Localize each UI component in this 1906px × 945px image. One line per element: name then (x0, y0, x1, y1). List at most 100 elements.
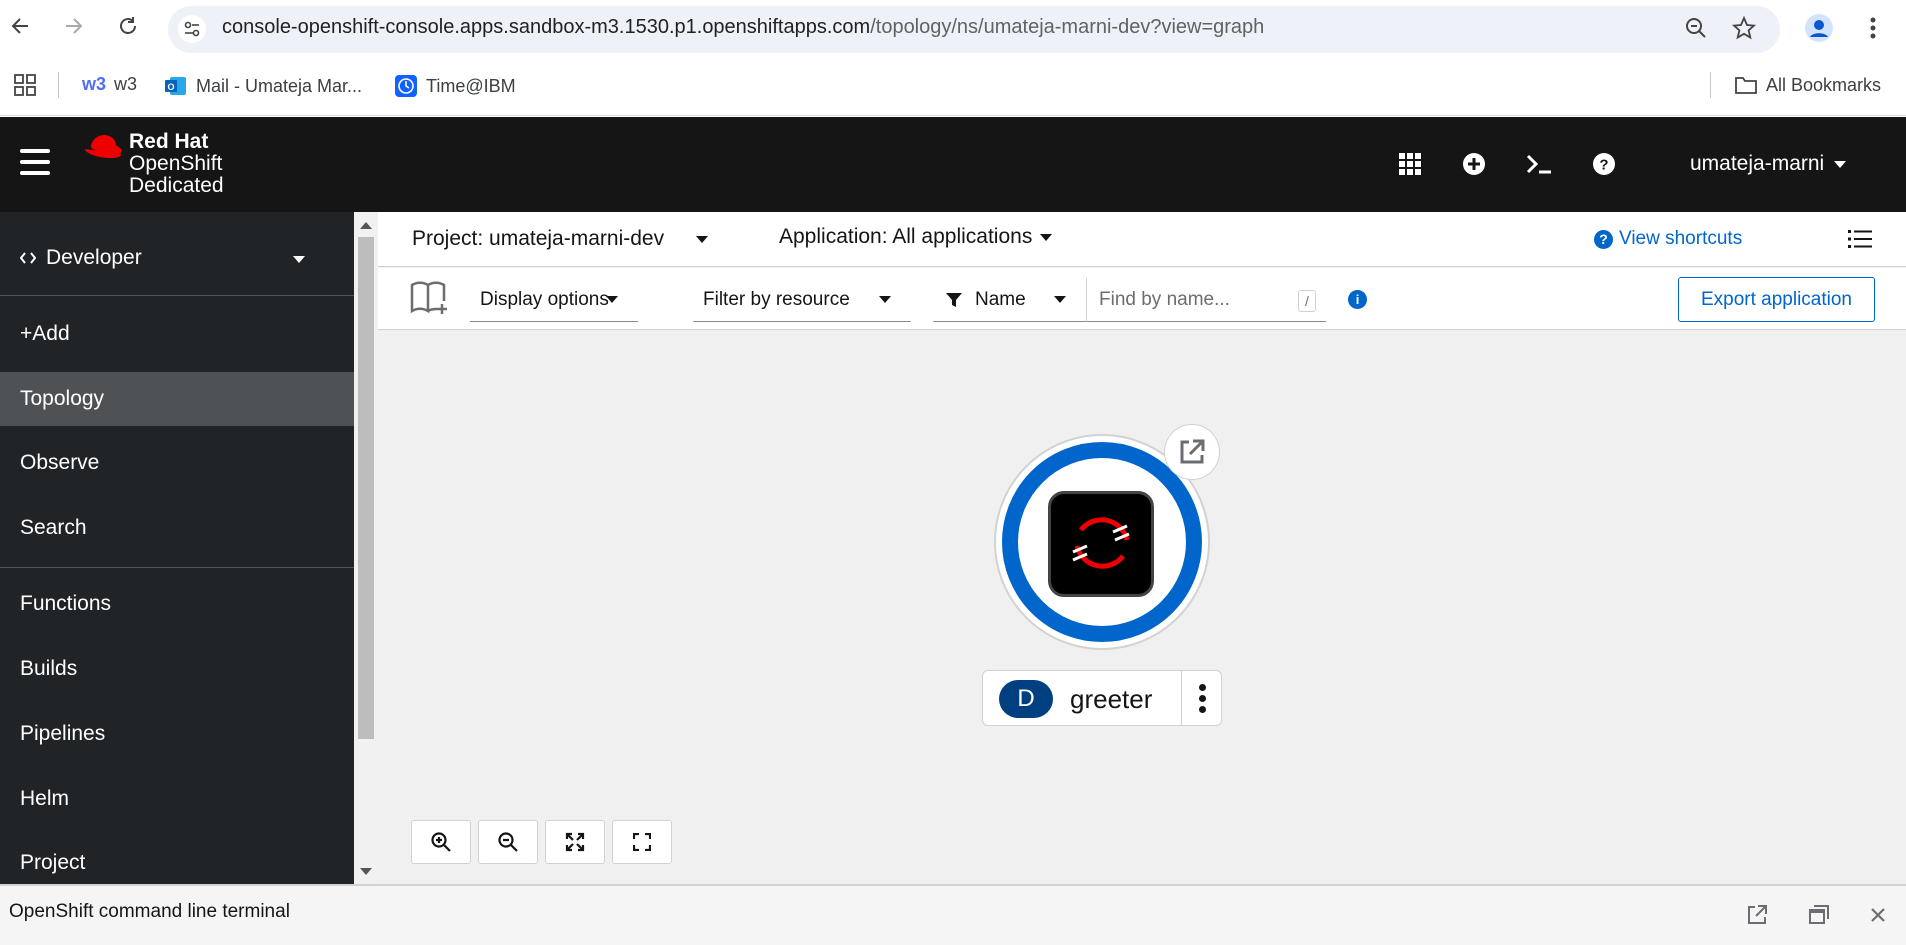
filter-by-resource-dropdown[interactable]: Filter by resource (693, 278, 911, 322)
reset-view-button[interactable] (612, 820, 672, 864)
sidebar-item-pipelines[interactable]: Pipelines (0, 707, 354, 761)
slash-shortcut-hint: / (1298, 290, 1316, 312)
user-caret-icon (1834, 160, 1847, 168)
deployment-badge: D (999, 680, 1053, 718)
reload-icon[interactable] (114, 12, 142, 40)
zoom-icon[interactable] (1681, 13, 1711, 43)
sidebar-item-helm[interactable]: Helm (0, 772, 354, 826)
all-bookmarks[interactable]: All Bookmarks (1734, 74, 1881, 96)
export-application-button[interactable]: Export application (1678, 277, 1875, 322)
display-options-dropdown[interactable]: Display options (470, 278, 638, 322)
app-launcher-icon[interactable] (1395, 149, 1425, 179)
restore-terminal-icon[interactable] (1806, 902, 1832, 928)
product-name: OpenShift (129, 152, 223, 175)
redhat-logo[interactable]: Red Hat OpenShift Dedicated (83, 131, 224, 197)
perspective-switcher[interactable]: Developer (0, 212, 354, 296)
sidebar-item-label: +Add (20, 322, 70, 345)
apps-grid-icon[interactable] (14, 74, 36, 96)
list-view-icon[interactable] (1848, 229, 1872, 254)
user-name: umateja-marni (1690, 152, 1825, 175)
open-url-icon[interactable] (1164, 424, 1220, 480)
url-path: /topology/ns/umateja-marni-dev?view=grap… (870, 16, 1265, 38)
back-icon[interactable] (6, 12, 34, 40)
expand-arrows-icon (565, 832, 585, 852)
sidebar-item-label: Search (20, 516, 87, 539)
sidebar-item-project[interactable]: Project (0, 836, 354, 884)
application-label: Application: All applications (779, 225, 1033, 248)
quick-create-plus-icon[interactable] (1459, 149, 1489, 179)
browser-toolbar: console-openshift-console.apps.sandbox-m… (0, 0, 1906, 60)
svg-text:O: O (167, 82, 174, 92)
perspective-caret-icon (293, 256, 305, 263)
forward-icon[interactable] (60, 12, 88, 40)
fit-to-screen-button[interactable] (545, 820, 605, 864)
sidebar-item-label: Topology (20, 387, 105, 410)
display-options-caret-icon (606, 296, 618, 303)
bookmark-mail[interactable]: O Mail - Umateja Mar... (164, 74, 362, 98)
terminal-icon[interactable] (1524, 149, 1554, 179)
scroll-thumb[interactable] (358, 237, 374, 739)
sidebar-item-add[interactable]: +Add (0, 307, 354, 361)
sidebar-divider (0, 567, 354, 568)
bookmark-w3[interactable]: w3 w3 (82, 74, 137, 95)
scroll-up-icon[interactable] (360, 222, 372, 229)
sidebar-item-label: Project (20, 851, 86, 874)
browser-menu-icon[interactable] (1858, 13, 1888, 43)
perspective-label: Developer (46, 246, 142, 269)
sidebar-item-label: Functions (20, 592, 112, 615)
sidebar-item-topology[interactable]: Topology (0, 372, 354, 426)
folder-icon (1735, 77, 1757, 94)
view-shortcuts-label: View shortcuts (1619, 228, 1743, 249)
node-name: greeter (1070, 684, 1153, 714)
filter-type-label: Name (975, 288, 1026, 310)
topology-main: Project: umateja-marni-dev Application: … (378, 212, 1906, 884)
bookmark-star-icon[interactable] (1729, 13, 1759, 43)
filter-type-dropdown[interactable]: Name (933, 278, 1086, 322)
terminal-drawer[interactable]: OpenShift command line terminal (0, 884, 1906, 945)
user-menu[interactable]: umateja-marni (1690, 152, 1847, 176)
product-edition: Dedicated (129, 174, 224, 197)
topology-toolbar: Display options Filter by resource Name … (378, 268, 1906, 330)
project-caret-icon (695, 235, 708, 243)
filter-type-caret-icon (1054, 296, 1066, 303)
help-icon[interactable]: ? (1589, 149, 1619, 179)
bookmark-label: Mail - Umateja Mar... (196, 75, 363, 96)
terminal-title: OpenShift command line terminal (9, 901, 290, 922)
zoom-in-icon (431, 832, 451, 852)
view-shortcuts-link[interactable]: ? View shortcuts (1594, 228, 1742, 250)
sidebar-scrollbar[interactable] (354, 212, 378, 884)
bookmark-label: w3 (114, 74, 138, 94)
open-terminal-new-tab-icon[interactable] (1744, 902, 1770, 928)
url-domain: console-openshift-console.apps.sandbox-m… (222, 16, 871, 38)
add-to-project-book-icon[interactable] (410, 280, 450, 321)
outlook-icon: O (165, 77, 186, 95)
info-icon[interactable]: i (1348, 290, 1367, 309)
w3-icon: w3 (82, 74, 107, 94)
zoom-out-button[interactable] (478, 820, 538, 864)
find-by-name-input[interactable] (1086, 278, 1326, 322)
sidebar-item-builds[interactable]: Builds (0, 642, 354, 696)
project-dropdown[interactable]: Project: umateja-marni-dev (412, 227, 708, 251)
node-actions-kebab-icon[interactable] (1181, 671, 1223, 725)
svg-text:?: ? (1599, 157, 1608, 174)
sidebar: Developer +Add Topology Observe Search F… (0, 212, 354, 884)
close-terminal-icon[interactable] (1865, 902, 1891, 928)
sidebar-item-functions[interactable]: Functions (0, 577, 354, 631)
bookmark-time-ibm[interactable]: Time@IBM (394, 74, 516, 98)
sidebar-item-observe[interactable]: Observe (0, 436, 354, 490)
display-options-label: Display options (480, 288, 609, 310)
node-label[interactable]: D greeter (982, 670, 1222, 726)
profile-avatar-icon[interactable] (1804, 13, 1834, 43)
sidebar-item-search[interactable]: Search (0, 501, 354, 555)
hamburger-menu-icon[interactable] (20, 149, 50, 175)
scroll-down-icon[interactable] (360, 868, 372, 875)
sidebar-item-label: Builds (20, 657, 78, 680)
zoom-in-button[interactable] (411, 820, 471, 864)
url-text[interactable]: console-openshift-console.apps.sandbox-m… (222, 16, 1264, 39)
brand-name: Red Hat (129, 130, 209, 153)
sidebar-item-label: Observe (20, 451, 100, 474)
site-info-icon[interactable] (178, 15, 206, 43)
masthead: Red Hat OpenShift Dedicated ? umateja-ma… (0, 117, 1906, 212)
clock-icon (395, 75, 417, 97)
application-dropdown[interactable]: Application: All applications (779, 225, 1053, 249)
